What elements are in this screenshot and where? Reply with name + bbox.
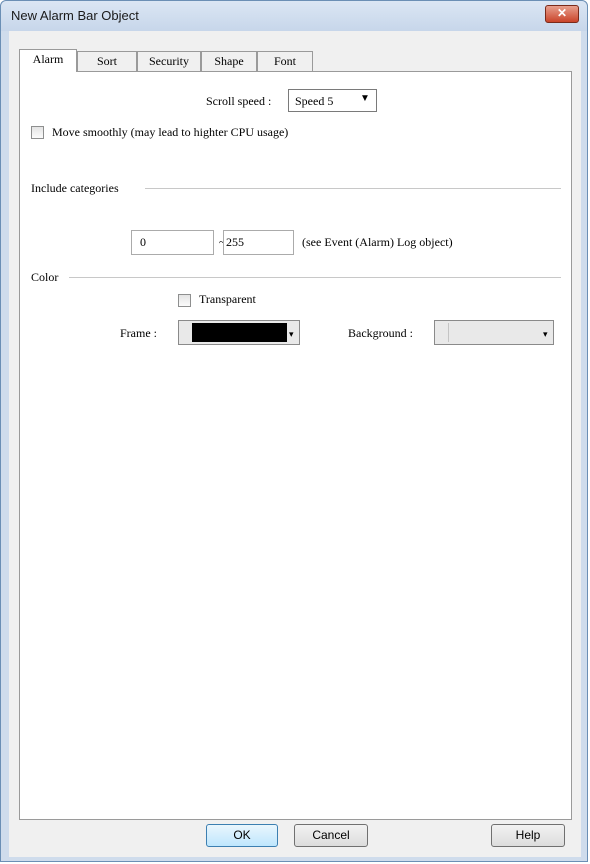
frame-color-picker[interactable]: ▾ [178, 320, 300, 345]
frame-color-swatch [192, 323, 287, 342]
dialog-client-area: Alarm Sort Security Shape Font Scroll sp… [9, 31, 581, 857]
background-color-picker[interactable]: ▾ [434, 320, 554, 345]
color-divider [69, 277, 561, 278]
ok-button[interactable]: OK [206, 824, 278, 847]
scroll-speed-value: Speed 5 [295, 94, 334, 108]
category-from-input[interactable]: 0 [131, 230, 214, 255]
tab-security[interactable]: Security [137, 51, 201, 71]
close-icon: ✕ [556, 6, 568, 20]
color-group-label: Color [31, 270, 59, 284]
scroll-speed-label: Scroll speed : [206, 94, 272, 108]
frame-label: Frame : [120, 326, 157, 340]
include-categories-label: Include categories [31, 181, 119, 195]
move-smoothly-label: Move smoothly (may lead to highter CPU u… [52, 125, 289, 139]
background-color-swatch [448, 323, 542, 342]
tab-shape[interactable]: Shape [201, 51, 257, 71]
title-bar[interactable]: New Alarm Bar Object ✕ [1, 1, 587, 31]
help-button[interactable]: Help [491, 824, 565, 847]
tab-font[interactable]: Font [257, 51, 313, 71]
tab-sort[interactable]: Sort [77, 51, 137, 71]
tab-alarm[interactable]: Alarm [19, 49, 77, 72]
category-to-input[interactable]: 255 [223, 230, 294, 255]
category-note: (see Event (Alarm) Log object) [302, 235, 453, 249]
window-title: New Alarm Bar Object [11, 8, 139, 23]
cancel-button[interactable]: Cancel [294, 824, 368, 847]
transparent-label: Transparent [199, 292, 256, 306]
scroll-speed-dropdown[interactable]: Speed 5 ▼ [288, 89, 377, 112]
transparent-checkbox[interactable] [178, 294, 191, 307]
background-label: Background : [348, 326, 413, 340]
dialog-window: New Alarm Bar Object ✕ Alarm Sort Securi… [0, 0, 588, 862]
chevron-down-icon: ▼ [360, 93, 370, 104]
chevron-down-icon: ▾ [289, 329, 294, 339]
move-smoothly-checkbox[interactable] [31, 126, 44, 139]
include-categories-divider [145, 188, 561, 189]
alarm-tab-panel: Scroll speed : Speed 5 ▼ Move smoothly (… [19, 71, 572, 820]
close-button[interactable]: ✕ [545, 5, 579, 23]
chevron-down-icon: ▾ [543, 329, 548, 339]
